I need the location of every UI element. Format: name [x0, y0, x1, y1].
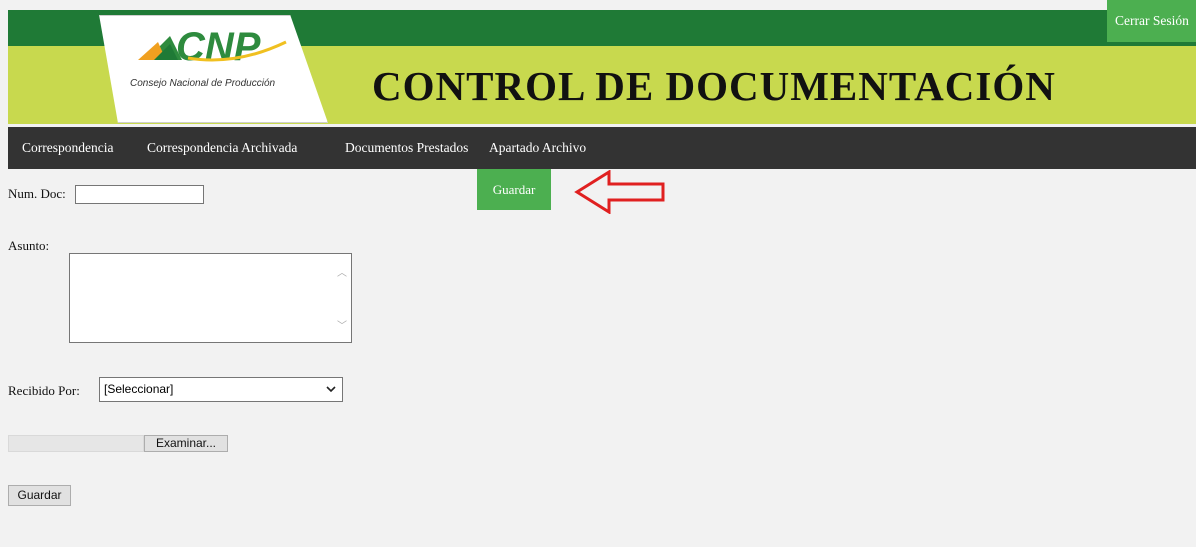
recibido-label: Recibido Por:	[8, 383, 80, 398]
recibido-selected-value: [Seleccionar]	[104, 382, 174, 396]
save-button[interactable]: Guardar	[8, 485, 71, 506]
browse-button[interactable]: Examinar...	[144, 435, 228, 452]
logo-subtitle: Consejo Nacional de Producción	[130, 78, 276, 89]
recibido-select[interactable]: [Seleccionar]	[99, 377, 343, 402]
scroll-up-icon[interactable]: ︿	[337, 264, 347, 279]
cnp-logo-icon: CNP	[138, 25, 287, 69]
file-name-field[interactable]	[8, 435, 144, 452]
logo-text: CNP	[176, 25, 261, 69]
red-left-arrow-icon	[574, 170, 665, 214]
nav-item-apartado-archivo[interactable]: Apartado Archivo	[489, 127, 586, 169]
nav-item-documentos-prestados[interactable]: Documentos Prestados	[345, 127, 468, 169]
asunto-textarea[interactable]: ︿ ﹀	[69, 253, 352, 343]
num-doc-input[interactable]	[75, 185, 204, 204]
page-title: CONTROL DE DOCUMENTACIÓN	[372, 63, 1056, 109]
num-doc-label: Num. Doc:	[8, 186, 66, 201]
top-save-button[interactable]: Guardar	[477, 169, 551, 210]
logout-button[interactable]: Cerrar Sesión	[1107, 0, 1196, 42]
nav-item-correspondencia-archivada[interactable]: Correspondencia Archivada	[147, 127, 297, 169]
chevron-down-icon	[326, 386, 336, 393]
nav-item-correspondencia[interactable]: Correspondencia	[22, 127, 113, 169]
asunto-label: Asunto:	[8, 238, 50, 253]
main-nav: Correspondencia Correspondencia Archivad…	[8, 127, 1196, 169]
scroll-down-icon[interactable]: ﹀	[337, 317, 347, 332]
